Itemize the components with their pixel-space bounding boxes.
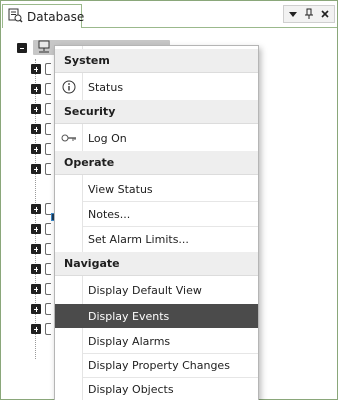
menu-item-label: View Status bbox=[88, 182, 153, 196]
window-controls bbox=[283, 5, 335, 23]
tree-item[interactable] bbox=[31, 323, 51, 335]
expand-icon[interactable] bbox=[31, 84, 41, 94]
menu-item-view-status[interactable]: View Status bbox=[55, 177, 258, 201]
expand-icon[interactable] bbox=[31, 264, 41, 274]
tree-item[interactable] bbox=[31, 203, 51, 215]
database-window: Database System Status Security Log On O… bbox=[0, 0, 338, 400]
menu-item-label: Display Property Changes bbox=[88, 358, 230, 372]
tree-item-stub bbox=[45, 83, 51, 95]
menu-header-navigate: Navigate bbox=[55, 252, 258, 276]
info-icon bbox=[61, 79, 77, 95]
database-icon bbox=[7, 7, 23, 26]
tab-underline bbox=[82, 27, 337, 28]
menu-item-status[interactable]: Status bbox=[55, 75, 258, 99]
tree-item[interactable] bbox=[31, 103, 51, 115]
tree-item-stub bbox=[45, 63, 51, 75]
expand-icon[interactable] bbox=[31, 304, 41, 314]
menu-item-notes[interactable]: Notes... bbox=[55, 202, 258, 226]
tree-item-stub bbox=[45, 243, 51, 255]
menu-item-display-events[interactable]: Display Events bbox=[55, 304, 258, 328]
title-bar: Database bbox=[1, 1, 337, 28]
context-menu: System Status Security Log On Operate Vi… bbox=[54, 45, 259, 400]
menu-item-label: Display Objects bbox=[88, 382, 174, 396]
tree-item-stub bbox=[45, 263, 51, 275]
menu-item-label: Display Events bbox=[88, 309, 170, 323]
tree-item[interactable] bbox=[31, 223, 51, 235]
expand-icon[interactable] bbox=[31, 204, 41, 214]
pin-icon[interactable] bbox=[302, 7, 316, 21]
collapse-icon[interactable] bbox=[17, 43, 27, 53]
close-icon[interactable] bbox=[318, 7, 332, 21]
tree-item-stub bbox=[45, 303, 51, 315]
tree-item-stub bbox=[45, 103, 51, 115]
expand-icon[interactable] bbox=[31, 244, 41, 254]
menu-item-display-objects[interactable]: Display Objects bbox=[55, 377, 258, 400]
tree-item-stub bbox=[45, 203, 51, 215]
tree-item[interactable] bbox=[31, 303, 51, 315]
tab-database[interactable]: Database bbox=[2, 4, 85, 28]
menu-header-system: System bbox=[55, 49, 258, 73]
menu-header-security: Security bbox=[55, 100, 258, 124]
expand-icon[interactable] bbox=[31, 164, 41, 174]
tree-item[interactable] bbox=[31, 143, 51, 155]
menu-item-label: Log On bbox=[88, 131, 127, 145]
tree-item[interactable] bbox=[31, 263, 51, 275]
key-icon bbox=[61, 130, 77, 146]
tree-item-stub bbox=[45, 163, 51, 175]
tab-label: Database bbox=[27, 9, 85, 24]
tree-item-stub bbox=[45, 123, 51, 135]
menu-item-label: Display Alarms bbox=[88, 334, 171, 348]
tree-item-stub bbox=[45, 223, 51, 235]
menu-item-label: Notes... bbox=[88, 207, 131, 221]
menu-item-display-property-changes[interactable]: Display Property Changes bbox=[55, 353, 258, 377]
expand-icon[interactable] bbox=[31, 64, 41, 74]
tree-item[interactable] bbox=[31, 123, 51, 135]
menu-item-label: Display Default View bbox=[88, 283, 202, 297]
expand-icon[interactable] bbox=[31, 224, 41, 234]
tree-item[interactable] bbox=[31, 283, 51, 295]
tree-item[interactable] bbox=[31, 83, 51, 95]
network-icon bbox=[37, 40, 51, 57]
tree-item[interactable] bbox=[31, 163, 51, 175]
tree-item-stub bbox=[45, 323, 51, 335]
tree-root-row bbox=[17, 43, 27, 53]
menu-item-log-on[interactable]: Log On bbox=[55, 126, 258, 150]
expand-icon[interactable] bbox=[31, 104, 41, 114]
tree-item-stub bbox=[45, 143, 51, 155]
menu-item-display-alarms[interactable]: Display Alarms bbox=[55, 329, 258, 353]
tree-item[interactable] bbox=[31, 243, 51, 255]
tree-item-stub bbox=[45, 283, 51, 295]
dropdown-icon[interactable] bbox=[286, 7, 300, 21]
menu-item-set-alarm-limits[interactable]: Set Alarm Limits... bbox=[55, 227, 258, 251]
expand-icon[interactable] bbox=[31, 124, 41, 134]
expand-icon[interactable] bbox=[31, 284, 41, 294]
menu-header-operate: Operate bbox=[55, 151, 258, 175]
expand-icon[interactable] bbox=[31, 144, 41, 154]
tree-item[interactable] bbox=[31, 63, 51, 75]
menu-item-label: Status bbox=[88, 80, 124, 94]
expand-icon[interactable] bbox=[31, 324, 41, 334]
menu-item-label: Set Alarm Limits... bbox=[88, 232, 189, 246]
menu-item-display-default-view[interactable]: Display Default View bbox=[55, 278, 258, 302]
